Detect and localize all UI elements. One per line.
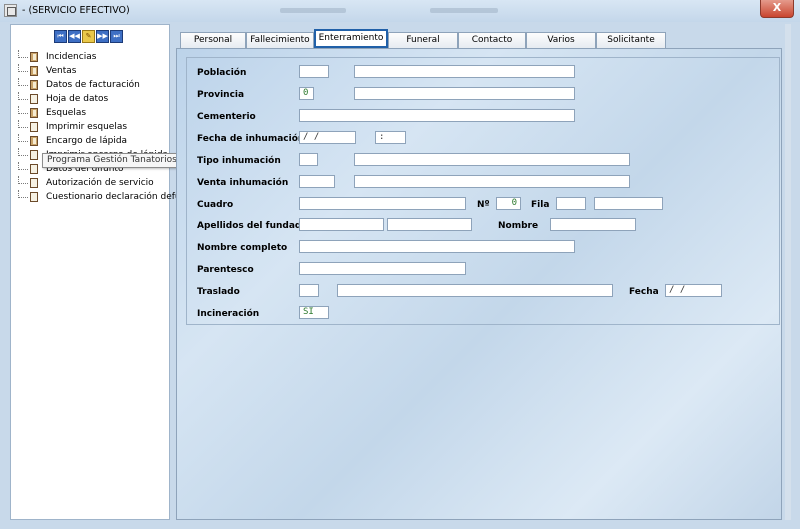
numero-field[interactable]: 0 (496, 197, 521, 210)
apellidos-fundador-label: Apellidos del fundador (197, 221, 312, 231)
document-icon (30, 164, 38, 174)
provincia-label: Provincia (197, 90, 245, 100)
provincia-name-field[interactable] (354, 87, 575, 100)
last-record-button[interactable]: ⏭ (110, 30, 123, 43)
title-bar: - (SERVICIO EFECTIVO) X (0, 0, 800, 23)
fila-label: Fila (531, 200, 550, 210)
fecha-label: Fecha (629, 287, 659, 297)
fila-extra-field[interactable] (594, 197, 663, 210)
tab-solicitante[interactable]: Solicitante (596, 32, 666, 48)
book-icon (30, 108, 38, 118)
document-icon (30, 150, 38, 160)
poblacion-label: Población (197, 68, 247, 78)
venta-inhumacion-label: Venta inhumación (197, 178, 289, 188)
nombre-field[interactable] (550, 218, 636, 231)
document-icon (30, 94, 38, 104)
tooltip: Programa Gestión Tanatorios (42, 153, 182, 168)
venta-inhumacion-name-field[interactable] (354, 175, 630, 188)
nombre-label: Nombre (498, 221, 539, 231)
traslado-fecha-field[interactable]: / / (665, 284, 722, 297)
parentesco-field[interactable] (299, 262, 466, 275)
cuadro-field[interactable] (299, 197, 466, 210)
book-icon (30, 80, 38, 90)
tab-enterramiento[interactable]: Enterramiento (314, 29, 388, 48)
tipo-inhumacion-label: Tipo inhumación (197, 156, 281, 166)
traslado-name-field[interactable] (337, 284, 613, 297)
blurred-title-text (430, 8, 498, 13)
tab-personal[interactable]: Personal (180, 32, 246, 48)
parentesco-label: Parentesco (197, 265, 254, 275)
tab-contacto[interactable]: Contacto (458, 32, 526, 48)
poblacion-name-field[interactable] (354, 65, 575, 78)
fila-field[interactable] (556, 197, 586, 210)
first-record-button[interactable]: ⏮ (54, 30, 67, 43)
nombre-completo-field[interactable] (299, 240, 575, 253)
app-icon[interactable] (4, 4, 17, 17)
tab-funeral[interactable]: Funeral (388, 32, 458, 48)
tipo-inhumacion-name-field[interactable] (354, 153, 630, 166)
document-icon (30, 178, 38, 188)
traslado-label: Traslado (197, 287, 240, 297)
tipo-inhumacion-code-field[interactable] (299, 153, 318, 166)
nombre-completo-label: Nombre completo (197, 243, 288, 253)
tab-varios[interactable]: Varios (526, 32, 596, 48)
book-icon (30, 52, 38, 62)
fecha-inhumacion-date-field[interactable]: / / (299, 131, 356, 144)
blurred-title-text (280, 8, 346, 13)
venta-inhumacion-code-field[interactable] (299, 175, 335, 188)
previous-record-button[interactable]: ◀◀ (68, 30, 81, 43)
window-title: - (SERVICIO EFECTIVO) (22, 5, 130, 16)
close-button[interactable]: X (760, 0, 794, 18)
apellido1-fundador-field[interactable] (299, 218, 384, 231)
fecha-inhumacion-label: Fecha de inhumación (197, 134, 305, 144)
document-icon (30, 122, 38, 132)
cementerio-field[interactable] (299, 109, 575, 122)
cementerio-label: Cementerio (197, 112, 256, 122)
apellido2-fundador-field[interactable] (387, 218, 472, 231)
document-icon (30, 192, 38, 202)
record-navigator: ⏮ ◀◀ ✎ ▶▶ ⏭ (54, 30, 124, 43)
book-icon (30, 136, 38, 146)
poblacion-code-field[interactable] (299, 65, 329, 78)
numero-label: Nº (477, 200, 490, 210)
incineracion-label: Incineración (197, 309, 260, 319)
tab-fallecimiento[interactable]: Fallecimiento (246, 32, 314, 48)
provincia-code-field[interactable]: 0 (299, 87, 314, 100)
cuadro-label: Cuadro (197, 200, 234, 210)
next-record-button[interactable]: ▶▶ (96, 30, 109, 43)
incineracion-field[interactable]: SI (299, 306, 329, 319)
fecha-inhumacion-time-field[interactable]: : (375, 131, 406, 144)
right-edge (785, 24, 791, 520)
edit-record-button[interactable]: ✎ (82, 30, 95, 43)
book-icon (30, 66, 38, 76)
traslado-code-field[interactable] (299, 284, 319, 297)
